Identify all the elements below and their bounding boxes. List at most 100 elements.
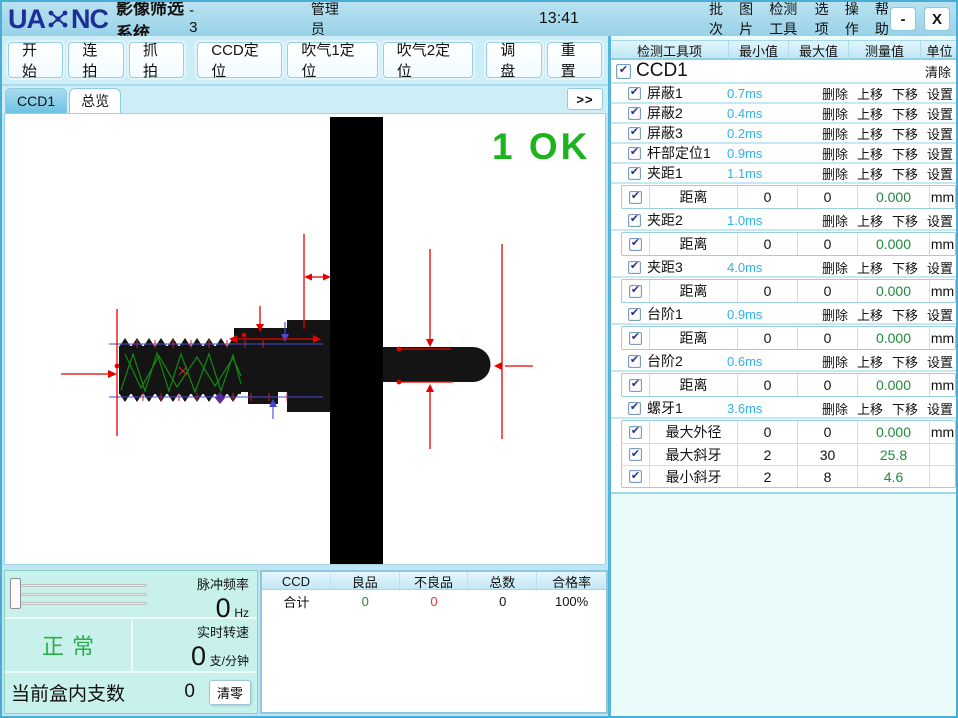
reset-button[interactable]: 重置	[547, 42, 602, 78]
ccd-locate-button[interactable]: CCD定位	[197, 42, 282, 78]
slider-knob[interactable]	[10, 578, 21, 609]
measure-checkbox[interactable]	[629, 448, 642, 461]
move-up-link[interactable]: 上移	[857, 258, 883, 277]
move-up-link[interactable]: 上移	[857, 399, 883, 418]
stats-bad-value: 0	[400, 594, 469, 609]
clear-link[interactable]: 清除	[925, 62, 953, 81]
tool-checkbox[interactable]	[628, 167, 641, 180]
move-down-link[interactable]: 下移	[892, 164, 918, 183]
move-down-link[interactable]: 下移	[892, 305, 918, 324]
continuous-capture-button[interactable]: 连拍	[68, 42, 123, 78]
settings-link[interactable]: 设置	[927, 164, 953, 183]
settings-link[interactable]: 设置	[927, 104, 953, 123]
settings-link[interactable]: 设置	[927, 258, 953, 277]
blow2-locate-button[interactable]: 吹气2定位	[383, 42, 473, 78]
measure-checkbox[interactable]	[629, 470, 642, 483]
move-down-link[interactable]: 下移	[892, 258, 918, 277]
tool-checkbox[interactable]	[628, 355, 641, 368]
tool-checkbox[interactable]	[628, 402, 641, 415]
pulse-frequency-label: 脉冲频率	[153, 574, 249, 593]
move-down-link[interactable]: 下移	[892, 104, 918, 123]
menu-operate[interactable]: 操作	[845, 0, 860, 39]
move-up-link[interactable]: 上移	[857, 84, 883, 103]
tool-checkbox[interactable]	[628, 127, 641, 140]
delete-link[interactable]: 删除	[822, 352, 848, 371]
delete-link[interactable]: 删除	[822, 258, 848, 277]
adjust-plate-button[interactable]: 调盘	[486, 42, 541, 78]
move-up-link[interactable]: 上移	[857, 352, 883, 371]
current-user: 管理员	[311, 0, 339, 39]
tab-ccd1[interactable]: CCD1	[5, 88, 67, 113]
settings-link[interactable]: 设置	[927, 305, 953, 324]
delete-link[interactable]: 删除	[822, 211, 848, 230]
measure-checkbox[interactable]	[629, 426, 642, 439]
measure-name: 最小斜牙	[650, 466, 738, 487]
measure-value: 0.000	[858, 421, 930, 443]
stats-header-rate: 合格率	[537, 572, 606, 591]
delete-link[interactable]: 删除	[822, 164, 848, 183]
measure-checkbox[interactable]	[629, 379, 642, 392]
settings-link[interactable]: 设置	[927, 352, 953, 371]
move-down-link[interactable]: 下移	[892, 352, 918, 371]
move-down-link[interactable]: 下移	[892, 84, 918, 103]
tool-row-shield3: 屏蔽3 0.2ms 删除 上移 下移 设置	[611, 124, 958, 144]
tool-checkbox[interactable]	[628, 87, 641, 100]
menu-batch[interactable]: 批次	[709, 0, 724, 39]
tool-checkbox[interactable]	[628, 308, 641, 321]
minimize-button[interactable]: -	[890, 7, 916, 31]
move-down-link[interactable]: 下移	[892, 124, 918, 143]
stats-header-row: CCD 良品 不良品 总数 合格率	[262, 572, 606, 590]
settings-link[interactable]: 设置	[927, 84, 953, 103]
start-button[interactable]: 开始	[8, 42, 63, 78]
move-down-link[interactable]: 下移	[892, 144, 918, 163]
delete-link[interactable]: 删除	[822, 305, 848, 324]
move-up-link[interactable]: 上移	[857, 305, 883, 324]
move-up-link[interactable]: 上移	[857, 144, 883, 163]
group-checkbox[interactable]	[616, 64, 631, 79]
move-up-link[interactable]: 上移	[857, 124, 883, 143]
tool-time: 0.9ms	[727, 307, 795, 322]
measure-checkbox[interactable]	[629, 238, 642, 251]
measure-checkbox[interactable]	[629, 332, 642, 345]
expand-button[interactable]: >>	[567, 88, 603, 110]
tool-checkbox[interactable]	[628, 107, 641, 120]
blow1-locate-button[interactable]: 吹气1定位	[287, 42, 377, 78]
delete-link[interactable]: 删除	[822, 144, 848, 163]
move-up-link[interactable]: 上移	[857, 104, 883, 123]
menu-help[interactable]: 帮助	[875, 0, 890, 39]
move-down-link[interactable]: 下移	[892, 211, 918, 230]
settings-link[interactable]: 设置	[927, 144, 953, 163]
delete-link[interactable]: 删除	[822, 84, 848, 103]
move-up-link[interactable]: 上移	[857, 211, 883, 230]
close-button[interactable]: X	[924, 7, 950, 31]
tool-time: 0.7ms	[727, 86, 795, 101]
measure-row: 距离 0 0 0.000 mm	[622, 327, 955, 349]
pulse-frequency-slider[interactable]	[5, 571, 153, 617]
measure-min: 0	[738, 327, 798, 349]
move-down-link[interactable]: 下移	[892, 399, 918, 418]
move-up-link[interactable]: 上移	[857, 164, 883, 183]
settings-link[interactable]: 设置	[927, 124, 953, 143]
delete-link[interactable]: 删除	[822, 104, 848, 123]
slider-track	[19, 602, 147, 605]
menu-options[interactable]: 选项	[815, 0, 830, 39]
inspection-canvas[interactable]: 1 OK	[4, 113, 606, 565]
settings-link[interactable]: 设置	[927, 399, 953, 418]
tool-checkbox[interactable]	[628, 214, 641, 227]
tab-overview[interactable]: 总览	[69, 88, 121, 113]
measure-row: 距离 0 0 0.000 mm	[622, 374, 955, 396]
settings-link[interactable]: 设置	[927, 211, 953, 230]
menu-inspect-tools[interactable]: 检测工具	[769, 0, 799, 39]
clear-count-button[interactable]: 清零	[209, 680, 251, 705]
tool-panel-header: 检测工具项 最小值 最大值 测量值 单位	[611, 40, 958, 60]
delete-link[interactable]: 删除	[822, 124, 848, 143]
menu-image[interactable]: 图片	[739, 0, 754, 39]
measure-checkbox[interactable]	[629, 285, 642, 298]
snapshot-button[interactable]: 抓拍	[129, 42, 184, 78]
tool-checkbox[interactable]	[628, 261, 641, 274]
part-image	[5, 114, 606, 564]
tool-checkbox[interactable]	[628, 147, 641, 160]
delete-link[interactable]: 删除	[822, 399, 848, 418]
measure-row: 距离 0 0 0.000 mm	[622, 186, 955, 208]
measure-checkbox[interactable]	[629, 191, 642, 204]
